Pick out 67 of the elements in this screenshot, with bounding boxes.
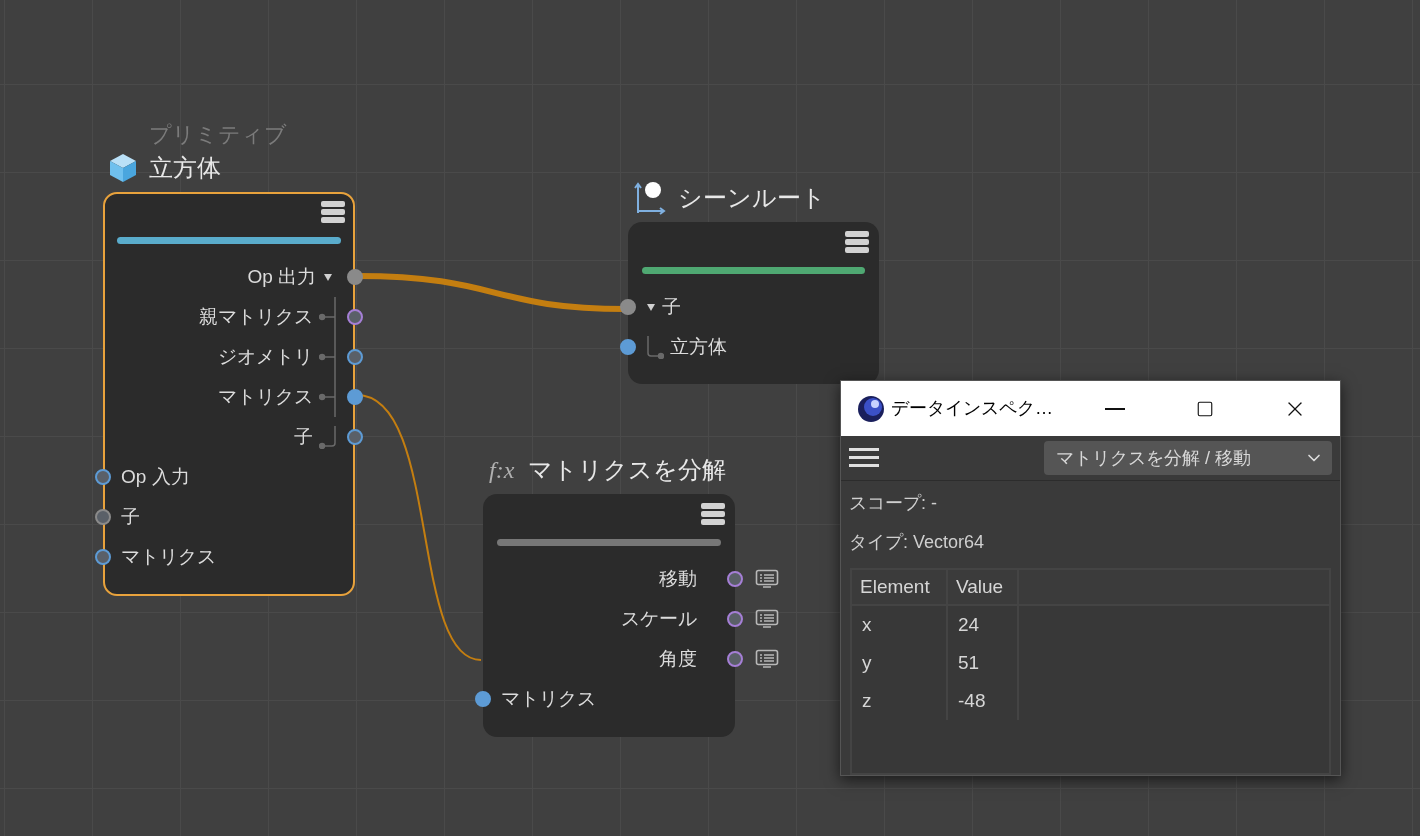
tree-branch-icon <box>319 425 337 449</box>
port-socket[interactable] <box>347 389 363 405</box>
cube-icon <box>109 153 137 183</box>
port-label: 移動 <box>659 566 697 591</box>
node-card[interactable] <box>628 222 879 384</box>
port-socket[interactable] <box>347 429 363 445</box>
port-label: スケール <box>621 606 697 631</box>
port-socket[interactable] <box>475 691 491 707</box>
node-title: シーンルート <box>678 183 826 213</box>
tree-branch-icon <box>319 377 337 417</box>
port-socket[interactable] <box>347 269 363 285</box>
node-title: 立方体 <box>149 153 221 183</box>
function-label: f:x <box>489 456 515 485</box>
port-socket[interactable] <box>620 339 636 355</box>
menu-icon[interactable] <box>701 502 725 526</box>
menu-icon[interactable] <box>321 200 345 224</box>
port-label: Op 入力 <box>121 464 190 489</box>
port-label: マトリクス <box>501 686 596 711</box>
port-socket[interactable] <box>95 509 111 525</box>
port-socket[interactable] <box>95 469 111 485</box>
column-header[interactable]: Element <box>852 570 948 604</box>
port-socket[interactable] <box>727 571 743 587</box>
port-label: 子 <box>662 294 681 319</box>
node-category: プリミティブ <box>149 124 287 146</box>
scope-label: スコープ: - <box>849 492 938 515</box>
tree-branch-icon <box>646 335 664 359</box>
inspect-list-icon[interactable] <box>755 649 779 669</box>
port-socket[interactable] <box>727 651 743 667</box>
collapse-triangle-icon[interactable] <box>323 272 333 282</box>
table-cell: 51 <box>948 644 1019 682</box>
maximize-icon <box>1196 399 1214 418</box>
port-label: マトリクス <box>121 544 216 569</box>
tree-branch-icon <box>319 297 337 337</box>
port-label: 子 <box>294 424 313 449</box>
port-label: 角度 <box>659 646 697 671</box>
node-port-dropdown[interactable]: マトリクスを分解 / 移動 <box>1044 441 1332 475</box>
port-label: ジオメトリ <box>218 344 313 369</box>
port-label: 立方体 <box>670 334 727 359</box>
port-socket[interactable] <box>95 549 111 565</box>
port-socket[interactable] <box>347 309 363 325</box>
port-label: 親マトリクス <box>199 304 313 329</box>
window-title: データインスペク… <box>891 397 1053 420</box>
inspect-list-icon[interactable] <box>755 609 779 629</box>
table-cell: -48 <box>948 682 1019 720</box>
column-header[interactable]: Value <box>948 570 1019 604</box>
inspect-list-icon[interactable] <box>755 569 779 589</box>
app-logo-icon <box>857 394 885 423</box>
port-label: Op 出力 <box>247 264 316 289</box>
table-cell: 24 <box>948 606 1019 644</box>
tree-branch-icon <box>319 337 337 377</box>
port-socket[interactable] <box>620 299 636 315</box>
minimize-icon <box>1105 407 1125 410</box>
port-label: マトリクス <box>218 384 313 409</box>
port-socket[interactable] <box>347 349 363 365</box>
axes-with-circle-icon <box>634 181 666 215</box>
table-cell: x <box>852 606 948 644</box>
type-label: タイプ: Vector64 <box>849 531 986 554</box>
table-cell: z <box>852 682 948 720</box>
node-card[interactable] <box>483 494 735 737</box>
table-cell: y <box>852 644 948 682</box>
port-label: 子 <box>121 504 140 529</box>
collapse-triangle-icon[interactable] <box>646 302 656 312</box>
port-socket[interactable] <box>727 611 743 627</box>
menu-icon[interactable] <box>845 230 869 254</box>
node-title: マトリクスを分解 <box>528 455 727 485</box>
hamburger-menu-icon[interactable] <box>849 447 879 469</box>
node-card[interactable] <box>103 192 355 596</box>
